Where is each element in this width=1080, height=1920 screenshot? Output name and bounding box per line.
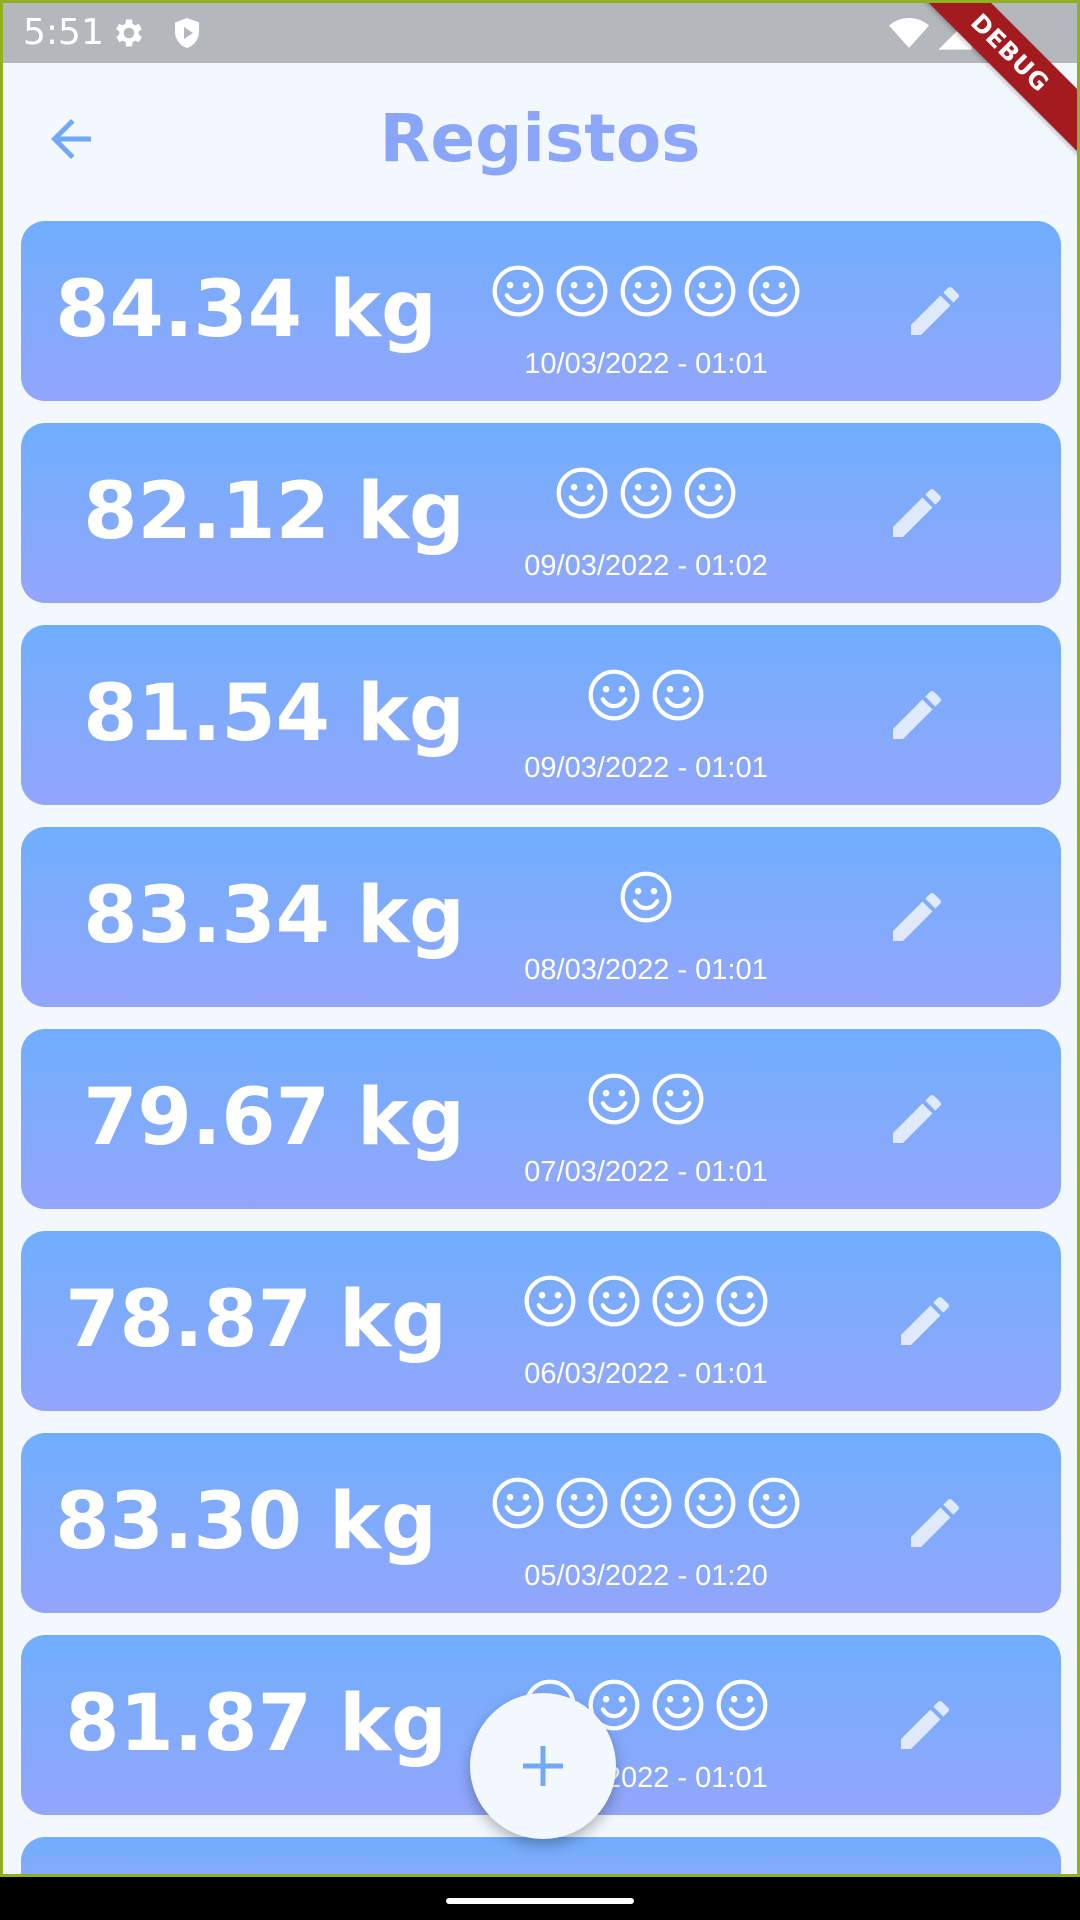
status-bar: 5:51 DEBUG xyxy=(3,3,1077,157)
smiley-icon xyxy=(620,467,672,519)
record-mood xyxy=(451,465,841,525)
smiley-icon xyxy=(684,1477,736,1529)
record-mood xyxy=(451,869,841,929)
smiley-icon xyxy=(684,467,736,519)
record-date: 10/03/2022 - 01:01 xyxy=(524,348,768,380)
screen: 5:51 DEBUG Registos 84.34 kg 10/03/2022 -… xyxy=(0,0,1080,1877)
pencil-icon xyxy=(911,1498,959,1547)
edit-record-button[interactable] xyxy=(885,885,949,949)
plus-icon xyxy=(523,1746,563,1786)
record-mood xyxy=(451,1071,841,1131)
wifi-icon xyxy=(889,18,929,48)
pencil-icon xyxy=(893,488,941,537)
record-card[interactable]: 82.12 kg 09/03/2022 - 01:02 xyxy=(21,423,1061,603)
records-list[interactable]: 84.34 kg 10/03/2022 - 01:01 82.12 kg 09/03/… xyxy=(21,221,1061,1874)
smiley-icon xyxy=(652,669,704,721)
add-record-button[interactable] xyxy=(470,1693,616,1839)
shield-icon xyxy=(175,18,199,48)
smiley-icon xyxy=(556,467,608,519)
record-card[interactable]: 83.30 kg 05/03/2022 - 01:20 xyxy=(21,1433,1061,1613)
smiley-icon xyxy=(748,1477,800,1529)
pencil-icon xyxy=(893,1094,941,1143)
record-weight: 79.67 kg xyxy=(83,1073,465,1163)
smiley-icon xyxy=(492,1477,544,1529)
gear-icon xyxy=(116,19,142,47)
pencil-icon xyxy=(901,1296,949,1345)
record-mood xyxy=(451,1475,841,1535)
record-date: 06/03/2022 - 01:01 xyxy=(524,1358,768,1390)
pencil-icon xyxy=(893,690,941,739)
app-bar: Registos xyxy=(3,63,1077,213)
smiley-icon xyxy=(588,1073,640,1125)
smiley-icon xyxy=(492,265,544,317)
smiley-icon xyxy=(620,871,672,923)
record-date: 08/03/2022 - 01:01 xyxy=(524,954,768,986)
record-weight: 82.12 kg xyxy=(83,467,465,557)
record-mood xyxy=(451,667,841,727)
record-card[interactable]: 81.54 kg 09/03/2022 - 01:01 xyxy=(21,625,1061,805)
pencil-icon xyxy=(911,286,959,335)
record-date: 09/03/2022 - 01:01 xyxy=(524,752,768,784)
record-date: 09/03/2022 - 01:02 xyxy=(524,550,768,582)
status-time: 5:51 xyxy=(23,12,104,53)
edit-record-button[interactable] xyxy=(893,1289,957,1353)
record-card[interactable]: 78.87 kg 06/03/2022 - 01:01 xyxy=(21,1231,1061,1411)
record-card[interactable]: 79.67 kg 07/03/2022 - 01:01 xyxy=(21,1029,1061,1209)
record-card[interactable]: 84.34 kg 10/03/2022 - 01:01 xyxy=(21,221,1061,401)
smiley-icon xyxy=(748,265,800,317)
record-date: 07/03/2022 - 01:01 xyxy=(524,1156,768,1188)
pencil-icon xyxy=(901,1700,949,1749)
record-weight: 83.34 kg xyxy=(83,871,465,961)
navigation-bar xyxy=(0,1877,1080,1920)
smiley-icon xyxy=(588,1275,640,1327)
smiley-icon xyxy=(684,265,736,317)
edit-record-button[interactable] xyxy=(903,279,967,343)
record-mood xyxy=(451,1273,841,1333)
smiley-icon xyxy=(620,1477,672,1529)
smiley-icon xyxy=(652,1275,704,1327)
smiley-icon xyxy=(556,265,608,317)
record-weight: 84.34 kg xyxy=(55,265,437,355)
record-mood xyxy=(451,263,841,323)
smiley-icon xyxy=(652,1073,704,1125)
smiley-icon xyxy=(556,1477,608,1529)
home-indicator[interactable] xyxy=(446,1898,634,1904)
record-weight: 83.30 kg xyxy=(55,1477,437,1567)
record-weight: 81.87 kg xyxy=(65,1679,447,1769)
smiley-icon xyxy=(652,1679,704,1731)
record-weight: 78.87 kg xyxy=(65,1275,447,1365)
smiley-icon xyxy=(716,1275,768,1327)
record-date: 05/03/2022 - 01:20 xyxy=(524,1560,768,1592)
smiley-icon xyxy=(620,265,672,317)
record-card[interactable]: 83.34 kg 08/03/2022 - 01:01 xyxy=(21,827,1061,1007)
pencil-icon xyxy=(893,892,941,941)
edit-record-button[interactable] xyxy=(885,683,949,747)
smiley-icon xyxy=(716,1679,768,1731)
smiley-icon xyxy=(524,1275,576,1327)
record-card-partial[interactable] xyxy=(21,1837,1061,1874)
smiley-icon xyxy=(588,669,640,721)
record-weight: 81.54 kg xyxy=(83,669,465,759)
edit-record-button[interactable] xyxy=(893,1693,957,1757)
edit-record-button[interactable] xyxy=(885,481,949,545)
edit-record-button[interactable] xyxy=(903,1491,967,1555)
edit-record-button[interactable] xyxy=(885,1087,949,1151)
page-title: Registos xyxy=(3,99,1077,179)
